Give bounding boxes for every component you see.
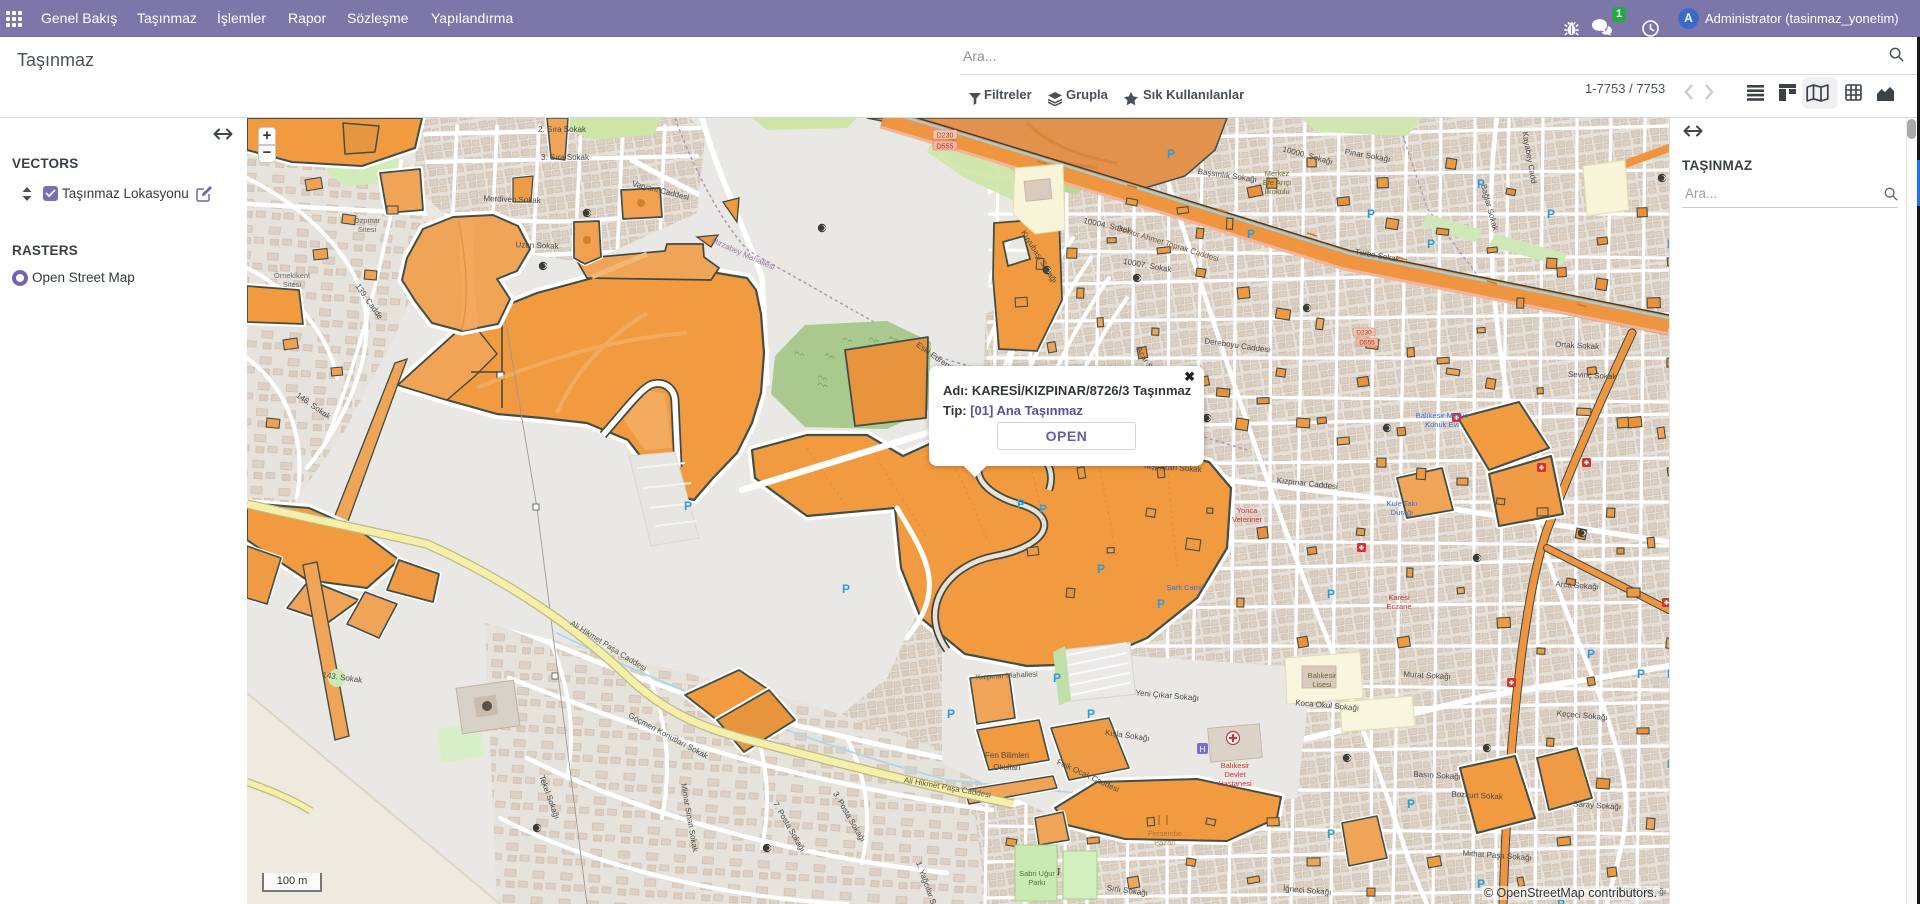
svg-text:Veteriner: Veteriner (1232, 515, 1263, 524)
svg-text:Sitesi: Sitesi (358, 225, 377, 234)
svg-text:P: P (1039, 502, 1047, 516)
svg-text:Efe Arıçı: Efe Arıçı (1263, 178, 1291, 187)
svg-text:Parkı: Parkı (1028, 878, 1046, 887)
svg-text:Balıkesir: Balıkesir (1221, 761, 1250, 770)
svg-text:Merkez: Merkez (1265, 169, 1290, 178)
svg-text:Yonca: Yonca (1237, 506, 1258, 515)
svg-text:H: H (1200, 745, 1206, 754)
svg-text:P: P (1167, 147, 1175, 161)
svg-text:P: P (1053, 671, 1061, 685)
svg-text:P: P (1157, 597, 1165, 611)
svg-text:3. Sıra Sokak: 3. Sıra Sokak (541, 153, 590, 162)
svg-text:P: P (1327, 827, 1335, 841)
svg-text:P: P (1247, 227, 1255, 241)
svg-text:Persembe: Persembe (1148, 829, 1182, 838)
svg-text:Okulları: Okulları (993, 763, 1021, 772)
svg-text:P: P (1087, 707, 1095, 721)
svg-text:Fen Bilimleri: Fen Bilimleri (985, 751, 1029, 760)
svg-text:Durağı: Durağı (1391, 508, 1414, 517)
svg-text:P: P (1407, 797, 1415, 811)
svg-text:P: P (1017, 497, 1025, 511)
svg-text:P: P (1587, 647, 1595, 661)
svg-text:D555: D555 (937, 144, 954, 151)
svg-text:Konuk Evi: Konuk Evi (1425, 420, 1459, 429)
svg-text:D230: D230 (1356, 330, 1372, 337)
svg-text:2. Sıra Sokak: 2. Sıra Sokak (538, 125, 587, 134)
svg-text:İlkokulu: İlkokulu (1264, 187, 1289, 196)
svg-text:P: P (1547, 207, 1555, 221)
svg-text:Balıkesir Meliye: Balıkesir Meliye (1416, 411, 1469, 420)
svg-text:P: P (1367, 207, 1375, 221)
svg-text:Sabri Uğur: Sabri Uğur (1019, 869, 1055, 878)
svg-text:P: P (1327, 587, 1335, 601)
svg-text:Hastanesi: Hastanesi (1218, 779, 1252, 788)
svg-text:Uzun Sokak: Uzun Sokak (515, 240, 559, 251)
svg-text:Kule Takı: Kule Takı (1387, 499, 1418, 508)
svg-text:P: P (1427, 237, 1435, 251)
svg-text:D555: D555 (1359, 340, 1375, 347)
svg-text:Sitesi: Sitesi (283, 280, 302, 289)
svg-text:P: P (684, 499, 692, 513)
svg-text:Eczane: Eczane (1386, 602, 1411, 611)
svg-text:D230: D230 (937, 133, 954, 140)
svg-text:P: P (1097, 562, 1105, 576)
svg-text:Özpınar: Özpınar (354, 216, 381, 225)
svg-text:Örneklkent: Örneklkent (274, 271, 311, 280)
svg-text:Devlet: Devlet (1224, 770, 1246, 779)
svg-text:Lisesi: Lisesi (1312, 680, 1332, 689)
svg-text:P: P (1637, 667, 1645, 681)
svg-text:Balıkesir: Balıkesir (1308, 671, 1337, 680)
svg-text:P: P (842, 582, 850, 596)
svg-text:P: P (947, 707, 955, 721)
svg-text:Karesi: Karesi (1388, 593, 1410, 602)
svg-text:Şarlı Camii: Şarlı Camii (1167, 583, 1204, 592)
svg-text:Pazarı: Pazarı (1154, 838, 1176, 847)
